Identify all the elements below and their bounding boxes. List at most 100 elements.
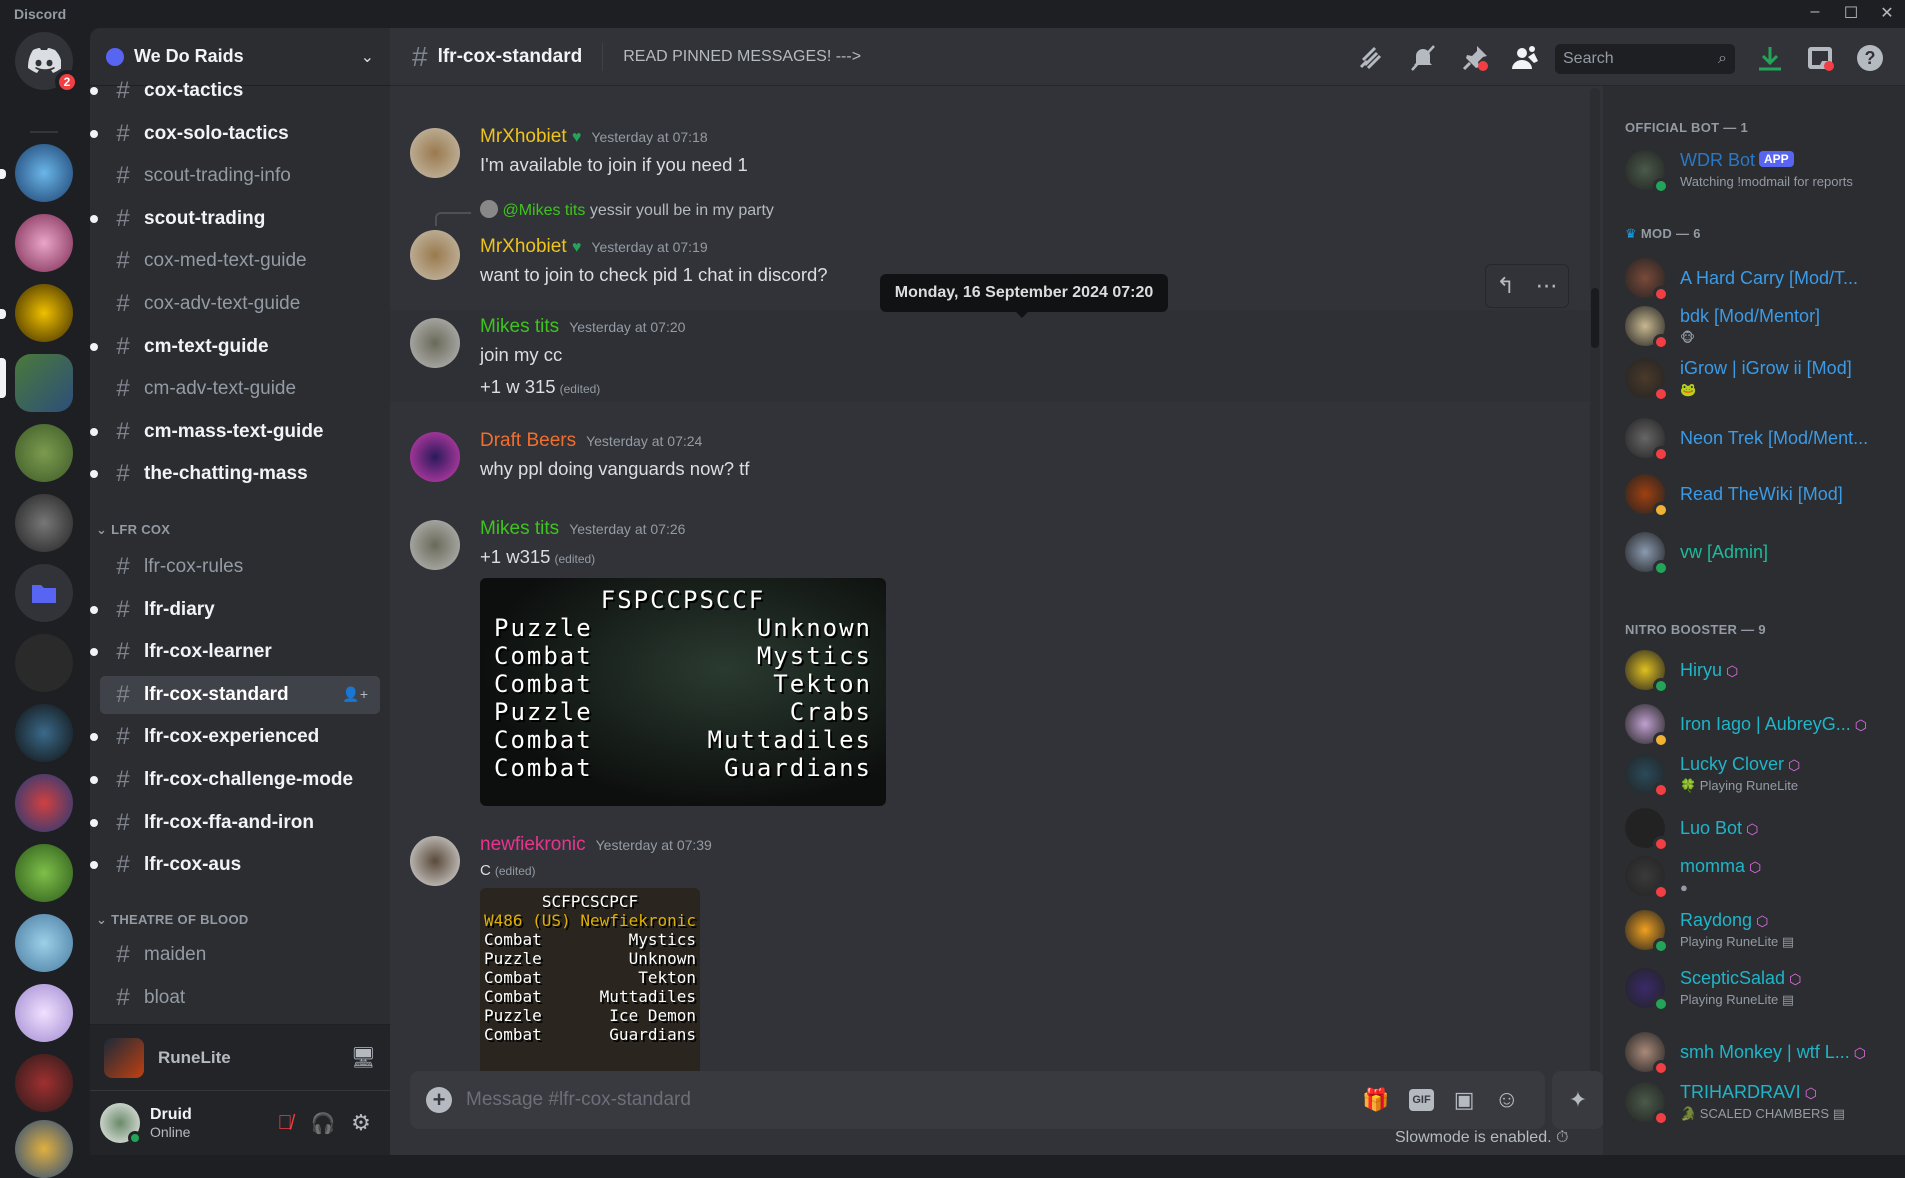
server-icon[interactable] bbox=[15, 844, 73, 902]
channel-cox-solo-tactics[interactable]: # cox-solo-tactics bbox=[90, 115, 380, 153]
member-item[interactable]: momma ⬡ ● bbox=[1625, 854, 1900, 902]
channel-lfr-cox-aus[interactable]: # lfr-cox-aus bbox=[90, 846, 380, 884]
server-folder[interactable] bbox=[15, 564, 73, 622]
screen-share-icon[interactable]: 🖥 bbox=[351, 1045, 376, 1070]
channel-cm-mass-text-guide[interactable]: # cm-mass-text-guide bbox=[90, 413, 380, 451]
server-icon[interactable] bbox=[15, 1054, 73, 1112]
message-input[interactable]: Message #lfr-cox-standard bbox=[466, 1089, 1352, 1111]
settings-gear-icon[interactable]: ⚙ bbox=[342, 1110, 380, 1136]
member-item[interactable]: Iron Iago | AubreyG... ⬡ bbox=[1625, 702, 1900, 750]
emoji-icon[interactable]: ☺ bbox=[1494, 1086, 1519, 1114]
channel-cox-med-text-guide[interactable]: # cox-med-text-guide bbox=[100, 242, 380, 280]
channel-lfr-cox-experienced[interactable]: # lfr-cox-experienced bbox=[90, 718, 380, 756]
member-item[interactable]: Neon Trek [Mod/Ment... bbox=[1625, 416, 1900, 464]
server-icon-active[interactable] bbox=[15, 354, 73, 412]
pinned-messages-icon[interactable] bbox=[1460, 43, 1490, 73]
author-name[interactable]: MrXhobiet bbox=[480, 126, 567, 147]
timestamp[interactable]: Yesterday at 07:26 bbox=[569, 521, 685, 537]
apps-button[interactable]: ✦ bbox=[1552, 1071, 1604, 1129]
author-name[interactable]: MrXhobiet bbox=[480, 236, 567, 257]
member-item[interactable]: Read TheWiki [Mod] bbox=[1625, 472, 1900, 520]
member-item[interactable]: A Hard Carry [Mod/T... bbox=[1625, 256, 1900, 304]
author-name[interactable]: Mikes tits bbox=[480, 316, 559, 337]
server-icon[interactable] bbox=[15, 914, 73, 972]
server-icon[interactable] bbox=[15, 424, 73, 482]
server-icon[interactable] bbox=[15, 984, 73, 1042]
headphones-icon[interactable]: 🎧 bbox=[304, 1111, 342, 1136]
member-item[interactable]: WDR Bot APP Watching !modmail for reports bbox=[1625, 148, 1900, 196]
notification-muted-icon[interactable] bbox=[1408, 43, 1438, 73]
maximize-button[interactable]: ☐ bbox=[1836, 3, 1866, 23]
member-item[interactable]: iGrow | iGrow ii [Mod] 🐸 bbox=[1625, 356, 1900, 404]
home-button[interactable]: 2 bbox=[15, 32, 79, 94]
channel-lfr-cox-standard[interactable]: # lfr-cox-standard 👤+ bbox=[100, 675, 380, 714]
server-icon[interactable] bbox=[15, 1120, 73, 1178]
member-item[interactable]: vw [Admin] bbox=[1625, 530, 1900, 578]
more-options-icon[interactable]: ⋯ bbox=[1536, 273, 1558, 299]
server-icon[interactable] bbox=[15, 634, 73, 692]
channel-cm-adv-text-guide[interactable]: # cm-adv-text-guide bbox=[100, 370, 380, 408]
server-icon[interactable] bbox=[15, 774, 73, 832]
reply-icon[interactable]: ↰ bbox=[1496, 273, 1514, 299]
member-item[interactable]: Luo Bot ⬡ bbox=[1625, 806, 1900, 854]
author-name[interactable]: Draft Beers bbox=[480, 430, 576, 451]
timestamp[interactable]: Yesterday at 07:20 bbox=[569, 319, 685, 335]
scout-image-attachment[interactable]: SCFPCSCPCF W486 (US) Newfiekronic Combat M… bbox=[480, 888, 700, 1094]
channel-cm-text-guide[interactable]: # cm-text-guide bbox=[90, 328, 380, 366]
user-avatar[interactable] bbox=[410, 128, 460, 178]
member-item[interactable]: smh Monkey | wtf L... ⬡ bbox=[1625, 1030, 1900, 1078]
scout-image-attachment[interactable]: FSPCCPSCCF Puzzle Unknown Combat Mystics Com… bbox=[480, 578, 886, 806]
user-avatar[interactable] bbox=[410, 318, 460, 368]
gift-icon[interactable]: 🎁 bbox=[1362, 1087, 1389, 1113]
user-avatar[interactable] bbox=[100, 1103, 142, 1145]
member-item[interactable]: Raydong ⬡ Playing RuneLite ▤ bbox=[1625, 908, 1900, 956]
member-item[interactable]: bdk [Mod/Mentor] 🐵 bbox=[1625, 304, 1900, 352]
channel-scout-trading[interactable]: # scout-trading bbox=[90, 200, 380, 238]
user-avatar[interactable] bbox=[410, 230, 460, 280]
channel-the-chatting-mass[interactable]: # the-chatting-mass bbox=[90, 455, 380, 493]
minimize-button[interactable]: – bbox=[1800, 3, 1830, 21]
timestamp[interactable]: Yesterday at 07:39 bbox=[596, 837, 712, 853]
channel-lfr-cox-rules[interactable]: # lfr-cox-rules bbox=[100, 548, 380, 586]
channel-lfr-cox-ffa-and-iron[interactable]: # lfr-cox-ffa-and-iron bbox=[90, 804, 380, 842]
member-item[interactable]: TRIHARDRAVI ⬡ 🐊 SCALED CHAMBERS ▤ bbox=[1625, 1080, 1900, 1128]
invite-icon[interactable]: 👤+ bbox=[342, 686, 368, 703]
author-name[interactable]: Mikes tits bbox=[480, 518, 559, 539]
category-lfr-cox[interactable]: ⌄ LFR COX bbox=[96, 522, 170, 538]
server-icon[interactable] bbox=[15, 494, 73, 552]
server-icon[interactable] bbox=[15, 704, 73, 762]
channel-bloat[interactable]: # bloat bbox=[100, 979, 380, 1017]
message-composer[interactable]: + Message #lfr-cox-standard 🎁 GIF ▣ ☺ bbox=[410, 1071, 1545, 1129]
channel-cox-adv-text-guide[interactable]: # cox-adv-text-guide bbox=[100, 285, 380, 323]
channel-lfr-diary[interactable]: # lfr-diary bbox=[90, 591, 380, 629]
user-avatar[interactable] bbox=[410, 432, 460, 482]
reply-preview[interactable]: @Mikes tits yessir youll be in my party bbox=[480, 200, 774, 220]
gif-icon[interactable]: GIF bbox=[1409, 1089, 1434, 1111]
channel-cox-tactics[interactable]: # cox-tactics bbox=[90, 72, 380, 110]
sticker-icon[interactable]: ▣ bbox=[1454, 1087, 1475, 1113]
chat-scrollbar[interactable] bbox=[1590, 88, 1600, 1088]
close-button[interactable]: ✕ bbox=[1872, 3, 1902, 23]
add-attachment-icon[interactable]: + bbox=[426, 1087, 452, 1113]
server-icon[interactable] bbox=[15, 284, 73, 342]
channel-maiden[interactable]: # maiden bbox=[100, 936, 380, 974]
member-list-icon[interactable] bbox=[1510, 43, 1540, 73]
channel-topic[interactable]: READ PINNED MESSAGES! ---> bbox=[623, 48, 861, 66]
inbox-icon[interactable] bbox=[1805, 43, 1835, 73]
help-icon[interactable]: ? bbox=[1855, 43, 1885, 73]
member-item[interactable]: Lucky Clover ⬡ 🍀 Playing RuneLite bbox=[1625, 752, 1900, 800]
user-avatar[interactable] bbox=[410, 520, 460, 570]
channel-lfr-cox-learner[interactable]: # lfr-cox-learner bbox=[90, 633, 380, 671]
channel-scout-trading-info[interactable]: # scout-trading-info bbox=[100, 157, 380, 195]
member-item[interactable]: Hiryu ⬡ bbox=[1625, 648, 1900, 696]
category-theatre-of-blood[interactable]: ⌄ THEATRE OF BLOOD bbox=[96, 912, 249, 928]
author-name[interactable]: newfiekronic bbox=[480, 834, 586, 855]
server-icon[interactable] bbox=[15, 144, 73, 202]
member-item[interactable]: ScepticSalad ⬡ Playing RuneLite ▤ bbox=[1625, 966, 1900, 1014]
channel-lfr-cox-challenge-mode[interactable]: # lfr-cox-challenge-mode bbox=[90, 761, 380, 799]
threads-icon[interactable] bbox=[1355, 43, 1385, 73]
timestamp[interactable]: Yesterday at 07:24 bbox=[586, 433, 702, 449]
timestamp[interactable]: Yesterday at 07:18 bbox=[591, 129, 707, 145]
user-avatar[interactable] bbox=[410, 836, 460, 886]
search-input[interactable]: Search ⌕ bbox=[1555, 44, 1735, 74]
